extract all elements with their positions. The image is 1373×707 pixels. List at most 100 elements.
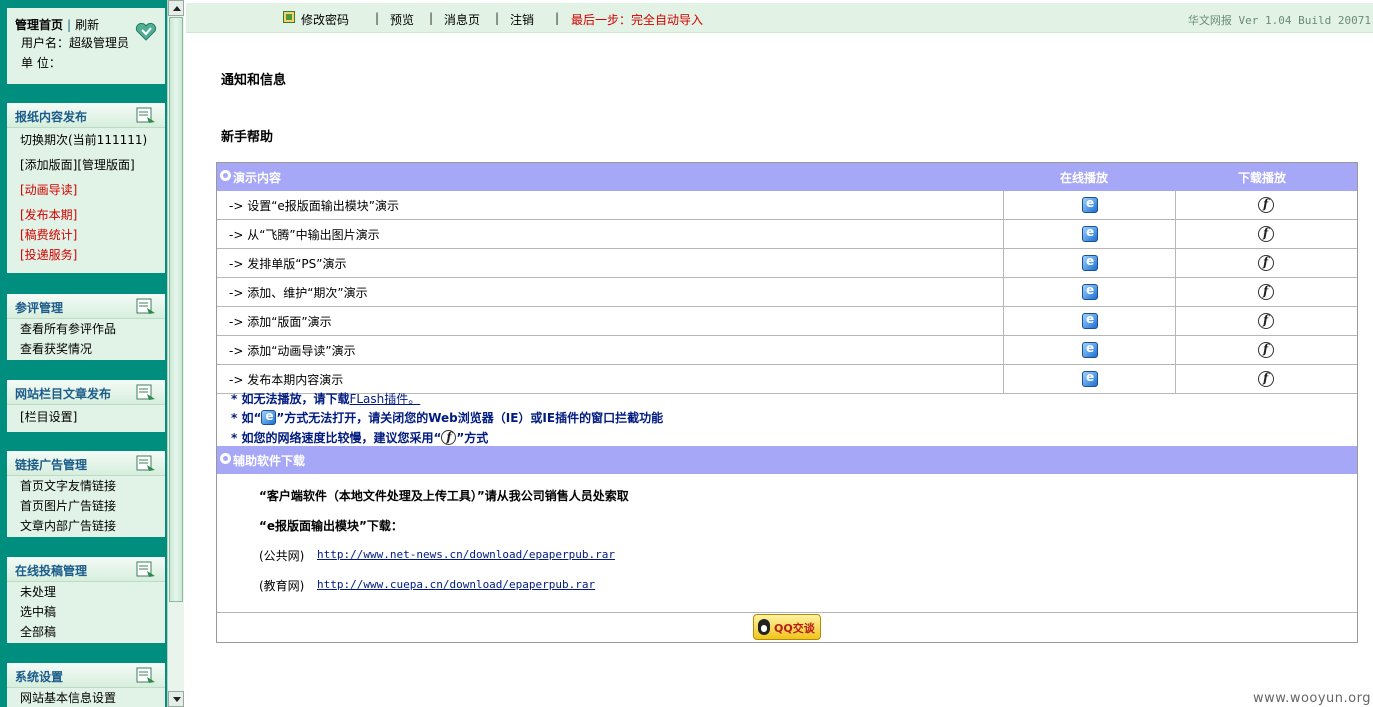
panel-system-settings: 系统设置 网站基本信息设置 xyxy=(7,663,165,707)
ie-browser-icon[interactable] xyxy=(1082,225,1098,242)
notices-heading: 通知和信息 xyxy=(221,73,287,88)
royalty-stats-link[interactable]: [稿费统计] xyxy=(20,225,165,245)
demo-title: -> 设置“e报版面输出模块”演示 xyxy=(229,199,400,213)
flash-player-icon[interactable] xyxy=(1258,342,1274,358)
software-header: 辅助软件下载 xyxy=(217,446,1357,474)
article-ads-link[interactable]: 文章内部广告链接 xyxy=(20,516,165,536)
download-cell xyxy=(1175,220,1357,248)
help-heading: 新手帮助 xyxy=(221,130,274,145)
nav-separator: | xyxy=(555,11,560,25)
auto-import-link[interactable]: 最后一步：完全自动导入 xyxy=(571,11,703,28)
edu-net-label: (教育网) xyxy=(259,579,305,593)
sidebar-scrollbar[interactable] xyxy=(167,0,184,707)
flash-plugin-link[interactable]: FLash插件。 xyxy=(349,392,420,406)
online-cell xyxy=(1003,191,1175,219)
qq-penguin-icon xyxy=(758,619,770,635)
flash-player-icon[interactable] xyxy=(1258,255,1274,271)
note-slow-network: * 如您的网络速度比较慢，建议您采用“ ”方式 xyxy=(231,429,488,446)
ie-browser-icon[interactable] xyxy=(1082,283,1098,300)
download-cell xyxy=(1175,336,1357,364)
refresh-link[interactable]: 刷新 xyxy=(75,18,99,32)
nav-separator: | xyxy=(495,11,500,25)
panel-header: 参评管理 xyxy=(7,294,165,319)
note-flash: * 如无法播放，请下载FLash插件。 xyxy=(231,390,420,407)
panel-header: 网站栏目文章发布 xyxy=(7,380,165,405)
note-text: ”方式无法打开，请关闭您的Web浏览器（IE）或IE插件的窗口拦截功能 xyxy=(276,411,664,425)
notepad-arrow-icon xyxy=(136,667,155,683)
panel-header: 在线投稿管理 xyxy=(7,557,165,582)
public-net-label: (公共网) xyxy=(259,549,305,563)
flash-player-icon xyxy=(441,430,457,445)
watermark: www.wooyun.org xyxy=(1252,691,1371,706)
table-row: -> 添加“动画导读”演示 xyxy=(217,336,1357,365)
column-settings-link[interactable]: [栏目设置] xyxy=(20,407,165,427)
online-cell xyxy=(1003,336,1175,364)
panel-title: 报纸内容发布 xyxy=(15,110,88,124)
note-text: ”方式 xyxy=(456,431,489,445)
animation-guide-link[interactable]: [动画导读] xyxy=(20,180,165,200)
home-text-links-link[interactable]: 首页文字友情链接 xyxy=(20,476,165,496)
flash-player-icon[interactable] xyxy=(1258,197,1274,213)
software-caption: 辅助软件下载 xyxy=(233,454,306,468)
demo-title: -> 发排单版“PS”演示 xyxy=(229,257,347,271)
ie-browser-icon[interactable] xyxy=(1082,312,1098,329)
qq-chat-button[interactable]: QQ交谈 xyxy=(753,614,821,640)
add-manage-layout-link[interactable]: [添加版面][管理版面] xyxy=(20,155,165,175)
demo-title: -> 添加“版面”演示 xyxy=(229,315,332,329)
arrow-down-icon xyxy=(173,697,181,702)
scroll-up-button[interactable] xyxy=(168,0,184,16)
panel-header: 报纸内容发布 xyxy=(7,103,165,128)
switch-issue-link[interactable]: 切换期次(当前111111) xyxy=(20,130,165,150)
scroll-down-button[interactable] xyxy=(168,691,184,707)
password-key-icon xyxy=(283,11,295,23)
ie-browser-icon[interactable] xyxy=(1082,254,1098,271)
scroll-thumb[interactable] xyxy=(169,17,183,602)
note-popup-blocker: * 如“ ”方式无法打开，请关闭您的Web浏览器（IE）或IE插件的窗口拦截功能 xyxy=(231,409,663,426)
site-info-settings-link[interactable]: 网站基本信息设置 xyxy=(20,688,165,707)
selected-link[interactable]: 选中稿 xyxy=(20,602,165,622)
download-play-header: 下载播放 xyxy=(1238,171,1287,185)
flash-player-icon[interactable] xyxy=(1258,371,1274,387)
messages-link[interactable]: 消息页 xyxy=(444,11,480,28)
table-row: -> 添加、维护“期次”演示 xyxy=(217,278,1357,307)
ie-browser-icon[interactable] xyxy=(1082,196,1098,213)
module-download-line: “e报版面输出模块”下载： xyxy=(259,519,403,533)
panel-body: 切换期次(当前111111) [添加版面][管理版面] [动画导读] [发布本期… xyxy=(7,128,165,269)
ie-browser-icon[interactable] xyxy=(1082,370,1098,387)
public-download-link[interactable]: http://www.net-news.cn/download/epaperpu… xyxy=(317,548,615,561)
panel-header: 系统设置 xyxy=(7,663,165,688)
ie-inline-wrap xyxy=(261,409,277,425)
ie-browser-icon xyxy=(261,409,277,425)
publish-issue-link[interactable]: [发布本期] xyxy=(20,205,165,225)
online-cell xyxy=(1003,249,1175,277)
online-cell xyxy=(1003,220,1175,248)
flash-player-icon[interactable] xyxy=(1258,284,1274,300)
all-submissions-link[interactable]: 全部稿 xyxy=(20,622,165,642)
online-cell xyxy=(1003,365,1175,393)
panel-body: 首页文字友情链接 首页图片广告链接 文章内部广告链接 xyxy=(7,476,165,540)
unprocessed-link[interactable]: 未处理 xyxy=(20,582,165,602)
demo-title: -> 添加“动画导读”演示 xyxy=(229,344,356,358)
preview-link[interactable]: 预览 xyxy=(390,11,414,28)
user-panel: 管理首页 | 刷新 用户名：超级管理员 单 位： xyxy=(7,8,165,84)
panel-newspaper-publish: 报纸内容发布 切换期次(当前111111) [添加版面][管理版面] [动画导读… xyxy=(7,103,165,273)
edu-download-link[interactable]: http://www.cuepa.cn/download/epaperpub.r… xyxy=(317,578,595,591)
change-password-link[interactable]: 修改密码 xyxy=(301,11,349,28)
logout-link[interactable]: 注销 xyxy=(510,11,534,28)
arrow-up-icon xyxy=(173,6,181,11)
flash-player-icon[interactable] xyxy=(1258,313,1274,329)
flash-player-icon[interactable] xyxy=(1258,226,1274,242)
bullet-circle-icon xyxy=(220,170,231,181)
delivery-service-link[interactable]: [投递服务] xyxy=(20,245,165,265)
all-entries-link[interactable]: 查看所有参评作品 xyxy=(20,319,165,339)
demo-title: -> 添加、维护“期次”演示 xyxy=(229,286,368,300)
admin-home-link[interactable]: 管理首页 xyxy=(15,18,63,32)
notepad-arrow-icon xyxy=(136,107,155,123)
sidebar: 管理首页 | 刷新 用户名：超级管理员 单 位： 报纸内容发布 切换期次(当前111… xyxy=(0,0,167,707)
notepad-arrow-icon xyxy=(136,561,155,577)
panel-body: 未处理 选中稿 全部稿 xyxy=(7,582,165,646)
unit-line: 单 位： xyxy=(21,56,61,70)
home-image-ads-link[interactable]: 首页图片广告链接 xyxy=(20,496,165,516)
awards-link[interactable]: 查看获奖情况 xyxy=(20,339,165,359)
ie-browser-icon[interactable] xyxy=(1082,341,1098,358)
